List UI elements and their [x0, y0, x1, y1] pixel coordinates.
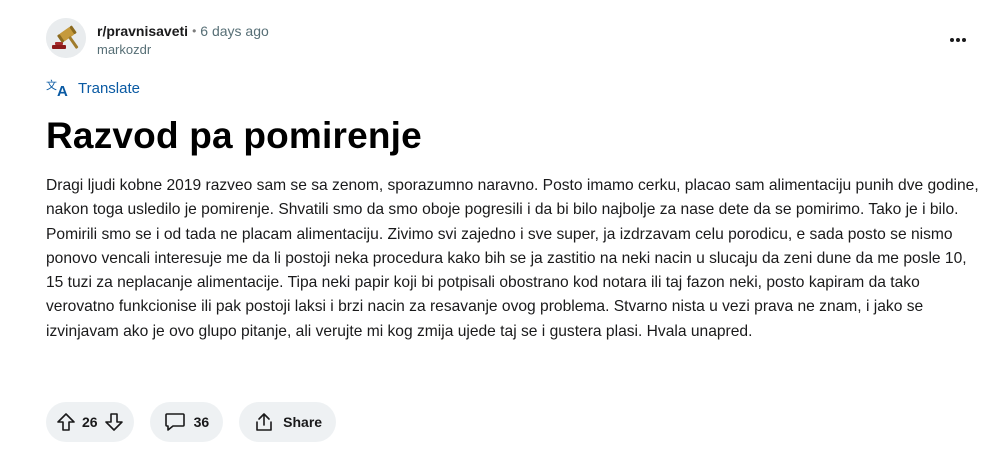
- gavel-avatar-icon: [46, 18, 86, 58]
- post-timestamp: 6 days ago: [200, 23, 269, 39]
- author-link[interactable]: markozdr: [97, 42, 269, 57]
- svg-text:A: A: [57, 83, 68, 98]
- upvote-arrow-icon: [57, 413, 75, 431]
- post-header: r/pravnisaveti • 6 days ago markozdr: [46, 16, 980, 62]
- post-meta-line: r/pravnisaveti • 6 days ago: [97, 22, 269, 40]
- svg-text:文: 文: [46, 78, 57, 92]
- post-title: Razvod pa pomirenje: [46, 115, 422, 156]
- post-meta: r/pravnisaveti • 6 days ago markozdr: [97, 22, 269, 57]
- comment-bubble-icon: [164, 413, 185, 431]
- post-actions: 26 36 Share: [46, 402, 337, 442]
- subreddit-avatar[interactable]: [46, 18, 86, 58]
- meta-separator: •: [192, 24, 197, 38]
- comments-button[interactable]: 36: [149, 402, 224, 442]
- share-icon: [256, 413, 272, 431]
- subreddit-link[interactable]: r/pravnisaveti: [97, 22, 188, 40]
- more-options-icon: [950, 38, 966, 42]
- share-button[interactable]: Share: [239, 402, 337, 442]
- share-label: Share: [283, 414, 323, 430]
- vote-bar: 26: [46, 402, 134, 442]
- more-options-button[interactable]: [944, 28, 972, 52]
- post-body: Dragi ljudi kobne 2019 razveo sam se sa …: [46, 177, 979, 340]
- downvote-arrow-icon: [104, 413, 123, 431]
- translate-button[interactable]: 文 A Translate: [46, 76, 140, 100]
- vote-count: 26: [82, 414, 98, 430]
- translate-icon: 文 A: [46, 78, 68, 98]
- downvote-button[interactable]: [104, 412, 124, 432]
- translate-label: Translate: [78, 79, 140, 97]
- upvote-button[interactable]: [56, 412, 76, 432]
- comment-count: 36: [193, 414, 210, 430]
